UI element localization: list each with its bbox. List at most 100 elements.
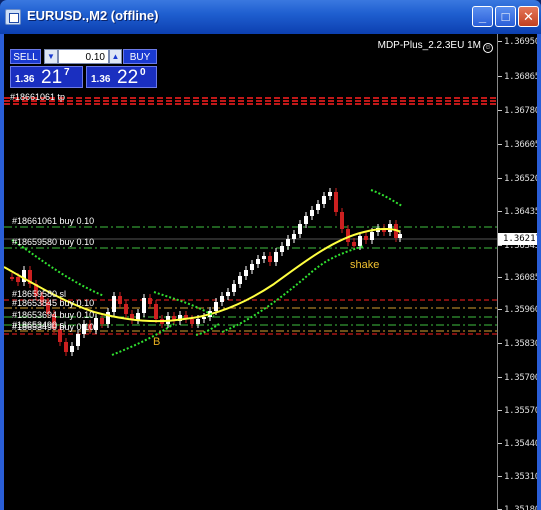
fast-ma-segment — [111, 323, 175, 356]
close-button[interactable]: ✕ — [518, 6, 539, 27]
candle-body — [112, 296, 116, 312]
order-label-18659580: #18659580 buy 0.10 — [12, 237, 95, 247]
price-tick: 1.35440 — [498, 439, 537, 449]
price-tick: 1.36435 — [498, 207, 537, 217]
price-tick-label: 1.36435 — [504, 207, 537, 217]
candle-body — [364, 236, 368, 240]
price-tick: 1.36780 — [498, 106, 537, 116]
price-tick-mark — [498, 41, 502, 42]
one-click-trade-panel: SELL ▼ 0.10 ▲ BUY 1.36 21 7 1.36 22 0 — [10, 49, 157, 89]
candle-body — [310, 210, 314, 216]
candle-body — [322, 196, 326, 204]
ask-price-fraction: 0 — [140, 67, 146, 78]
price-tick: 1.36520 — [498, 174, 537, 184]
lot-increase-button[interactable]: ▲ — [109, 49, 122, 64]
price-axis[interactable]: 1.36950 1.36865 1.36780 1.36605 1.36520 1.364… — [497, 34, 537, 510]
price-tick-mark — [498, 110, 502, 111]
price-tick-label: 1.35960 — [504, 305, 537, 315]
price-tick-label: 1.36605 — [504, 140, 537, 150]
minimize-button[interactable]: _ — [472, 6, 493, 27]
candle-body — [370, 232, 374, 240]
candle-body — [280, 246, 284, 252]
candle-body — [70, 346, 74, 352]
price-tick: 1.35830 — [498, 339, 537, 349]
fast-ma-segment — [153, 291, 215, 317]
fast-ma-segment — [195, 323, 220, 336]
price-tick-mark — [498, 211, 502, 212]
buy-button[interactable]: BUY — [123, 49, 157, 64]
order-label-18653694: #18653694 buy 0.10 — [12, 310, 95, 320]
fast-ma-segment — [370, 189, 403, 207]
price-tick-mark — [498, 343, 502, 344]
candle-body — [64, 342, 68, 352]
candle-body — [196, 319, 200, 324]
candle-body — [118, 296, 122, 304]
candle-body — [244, 270, 248, 276]
candle-body — [316, 204, 320, 210]
candle-body — [304, 216, 308, 224]
shake-annotation: shake — [350, 259, 380, 271]
candle-body — [226, 292, 230, 296]
candle-body — [274, 252, 278, 262]
close-icon: ✕ — [523, 9, 534, 24]
chart-window-icon[interactable] — [5, 9, 21, 25]
current-price-label: 1.36217 — [498, 233, 537, 245]
candle-body — [190, 319, 194, 324]
lot-decrease-button[interactable]: ▼ — [44, 49, 58, 64]
price-tick-mark — [498, 377, 502, 378]
candle-body — [106, 312, 110, 324]
price-tick-label: 1.36950 — [504, 37, 537, 47]
candle-body — [250, 264, 254, 270]
order-label-18661061: #18661061 buy 0.10 — [12, 216, 95, 226]
fast-ma-segment — [221, 245, 365, 333]
candle-body — [232, 284, 236, 292]
candle-body — [76, 334, 80, 346]
candle-body — [262, 256, 266, 259]
bid-price-fraction: 7 — [64, 67, 70, 78]
price-tick: 1.35180 — [498, 505, 537, 510]
bid-price-button[interactable]: 1.36 21 7 — [10, 66, 83, 88]
candle-body — [334, 192, 338, 212]
price-tick-label: 1.35570 — [504, 406, 537, 416]
price-tick: 1.35960 — [498, 305, 537, 315]
candle-body — [136, 313, 140, 320]
candle-body — [398, 234, 402, 238]
lot-size-input[interactable]: 0.10 — [58, 49, 109, 64]
price-tick-label: 1.35180 — [504, 505, 537, 510]
price-tick-mark — [498, 476, 502, 477]
sell-button[interactable]: SELL — [10, 49, 41, 64]
price-tick-label: 1.36520 — [504, 174, 537, 184]
smiley-icon: ☺ — [483, 43, 493, 53]
candle-body — [286, 239, 290, 246]
price-tick-label: 1.36865 — [504, 72, 537, 82]
candle-body — [142, 298, 146, 313]
ask-price-pips: 22 — [117, 67, 139, 88]
indicator-label: MDP-Plus_2.2.3EU 1M ☺ — [377, 40, 493, 53]
bid-price-prefix: 1.36 — [15, 74, 35, 85]
price-tick: 1.35310 — [498, 472, 537, 482]
candle-body — [292, 234, 296, 239]
maximize-icon: □ — [501, 9, 510, 24]
candle-body — [298, 224, 302, 234]
maximize-button[interactable]: □ — [495, 6, 516, 27]
price-tick-mark — [498, 309, 502, 310]
price-tick-label: 1.35700 — [504, 373, 537, 383]
price-tick-mark — [498, 245, 502, 246]
price-tick: 1.35570 — [498, 406, 537, 416]
price-tick: 1.35700 — [498, 373, 537, 383]
price-tick-label: 1.36780 — [504, 106, 537, 116]
price-chart[interactable]: MDP-Plus_2.2.3EU 1M ☺ SELL ▼ 0.10 ▲ BUY 1… — [4, 34, 497, 510]
b-annotation: B — [153, 336, 161, 348]
candle-body — [352, 242, 356, 246]
candle-body — [388, 224, 392, 232]
ask-price-button[interactable]: 1.36 22 0 — [86, 66, 157, 88]
title-bar[interactable]: EURUSD.,M2 (offline) _ □ ✕ — [0, 0, 541, 34]
candle-body — [238, 276, 242, 284]
chart-canvas[interactable] — [4, 34, 497, 510]
mt4-chart-window: EURUSD.,M2 (offline) _ □ ✕ MDP-Plus_2.2.… — [0, 0, 541, 510]
price-tick-mark — [498, 443, 502, 444]
price-tick: 1.36605 — [498, 140, 537, 150]
candle-body — [328, 192, 332, 196]
bid-price-pips: 21 — [41, 67, 63, 88]
price-tick: 1.36085 — [498, 273, 537, 283]
